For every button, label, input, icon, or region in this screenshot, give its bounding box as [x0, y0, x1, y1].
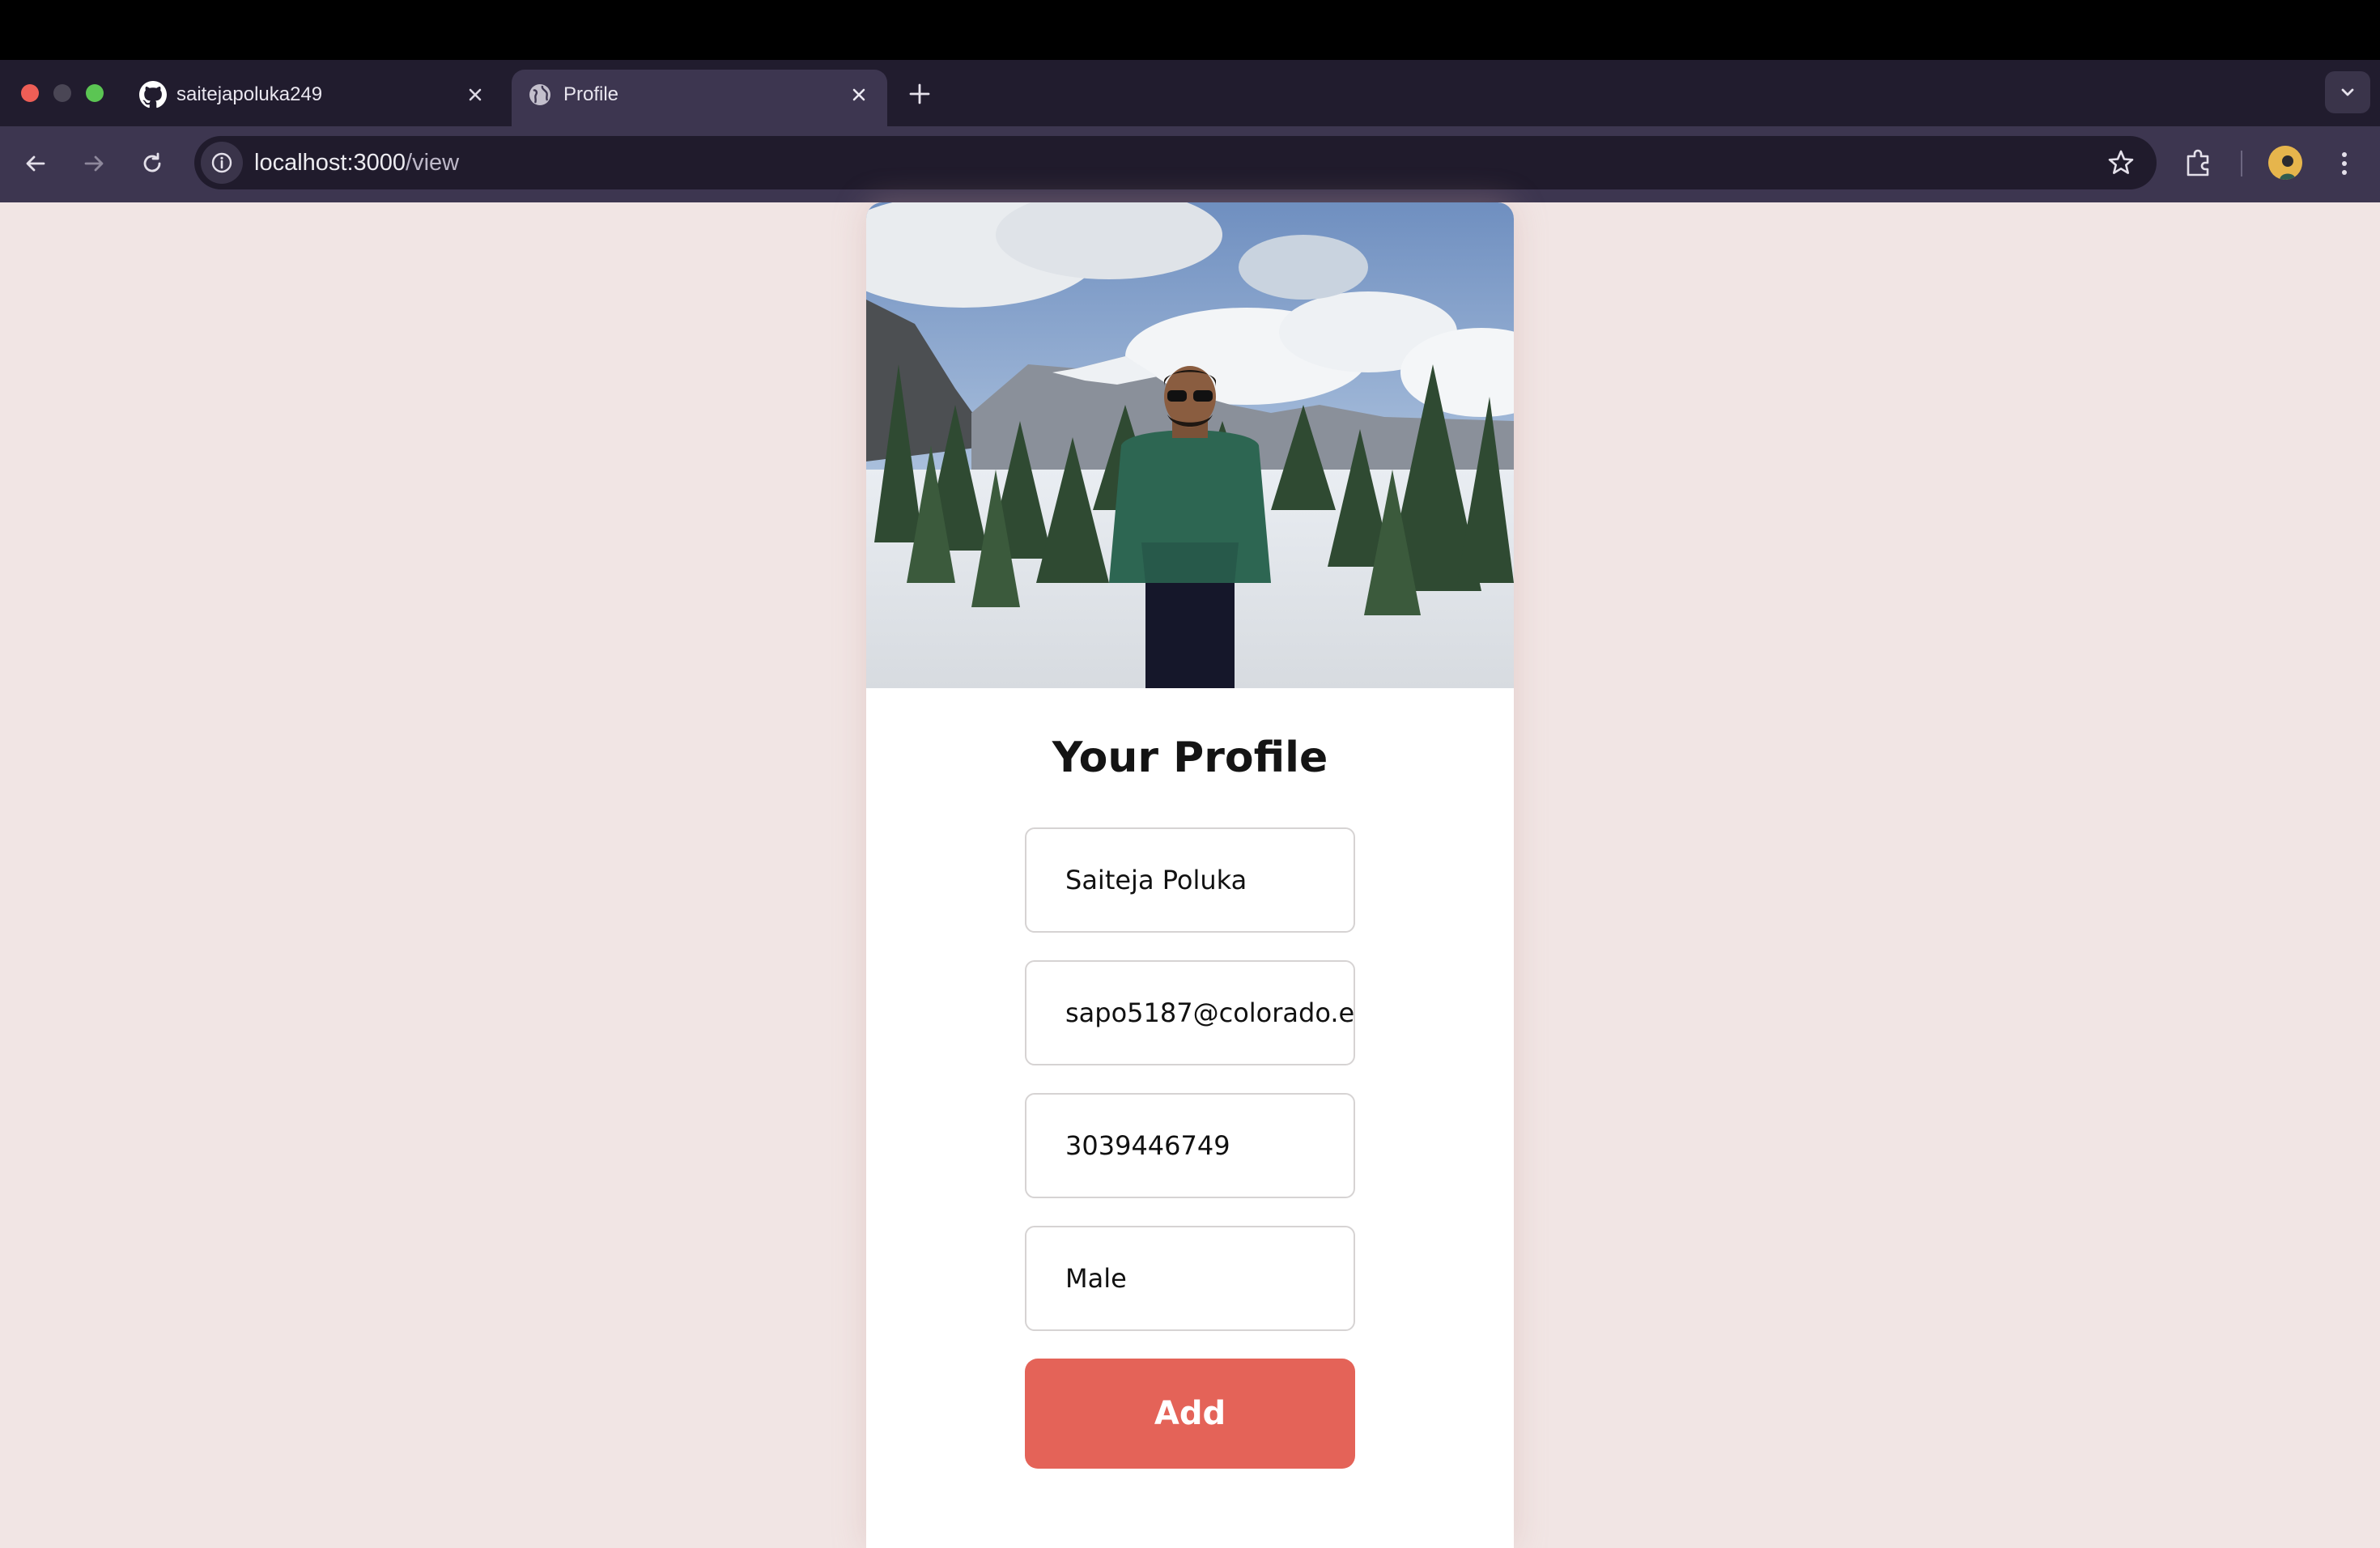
tab-search-button[interactable]	[2325, 71, 2370, 113]
email-field[interactable]	[1025, 960, 1355, 1065]
toolbar-divider	[2241, 151, 2242, 176]
site-info-button[interactable]	[201, 142, 243, 184]
address-bar[interactable]: localhost:3000/view	[194, 136, 2157, 189]
tab-github[interactable]: saitejapoluka249	[126, 70, 504, 126]
screen-top-bar	[0, 0, 2380, 60]
close-tab-icon[interactable]	[845, 81, 873, 108]
extensions-puzzle-icon[interactable]	[2179, 144, 2218, 183]
forward-button[interactable]	[74, 144, 113, 183]
name-field[interactable]	[1025, 827, 1355, 933]
tab-profile[interactable]: Profile	[512, 70, 887, 126]
url-text[interactable]: localhost:3000/view	[254, 149, 459, 176]
arrow-right-icon	[84, 155, 104, 172]
globe-icon	[529, 84, 550, 105]
url-host: localhost:3000	[254, 150, 406, 176]
tab-title: Profile	[563, 83, 619, 105]
arrow-left-icon	[26, 155, 45, 172]
back-button[interactable]	[16, 144, 55, 183]
gender-field[interactable]	[1025, 1226, 1355, 1331]
maximize-window-button[interactable]	[86, 84, 104, 102]
more-menu-icon[interactable]	[2325, 144, 2364, 183]
phone-field[interactable]	[1025, 1093, 1355, 1198]
bookmark-star-icon[interactable]	[2103, 145, 2139, 181]
close-tab-icon[interactable]	[461, 81, 489, 108]
info-icon	[211, 152, 232, 173]
github-icon	[139, 81, 167, 108]
new-tab-icon[interactable]	[903, 78, 936, 110]
close-window-button[interactable]	[21, 84, 39, 102]
chevron-down-icon	[2341, 88, 2354, 96]
profile-avatar[interactable]	[2268, 146, 2302, 180]
avatar-icon	[2268, 146, 2302, 180]
profile-photo	[866, 202, 1514, 688]
add-button[interactable]: Add	[1025, 1359, 1355, 1469]
minimize-window-button[interactable]	[53, 84, 71, 102]
tab-title: saitejapoluka249	[176, 83, 323, 105]
page-title: Your Profile	[1052, 734, 1328, 782]
url-path: /view	[406, 150, 460, 176]
reload-icon	[143, 152, 161, 172]
reload-button[interactable]	[133, 144, 172, 183]
